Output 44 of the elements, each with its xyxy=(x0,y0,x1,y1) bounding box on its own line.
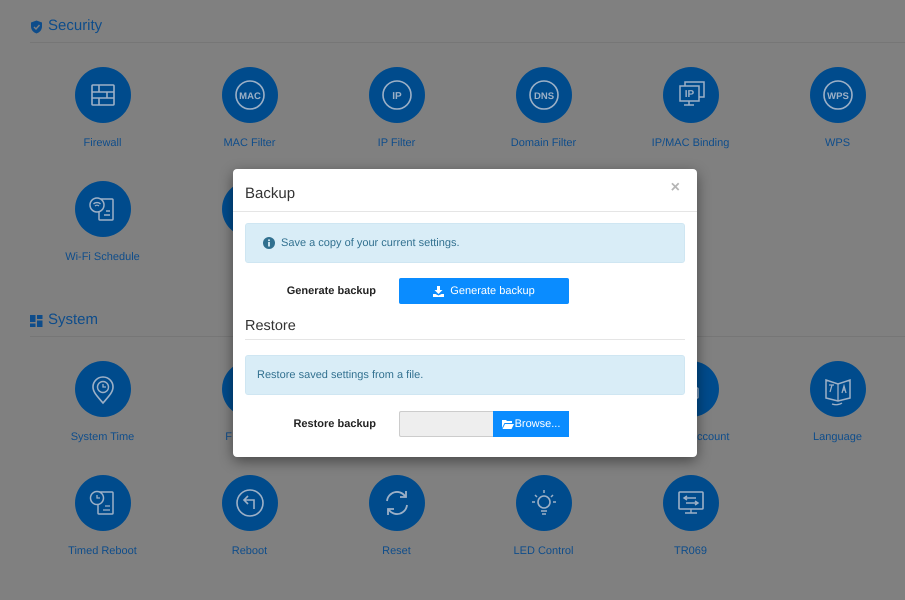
clock-document-icon xyxy=(74,475,130,531)
text-badge-icon: WPS xyxy=(810,67,866,123)
menu-tile[interactable]: Timed Reboot xyxy=(29,475,176,559)
menu-tile[interactable]: LED Control xyxy=(470,475,617,559)
light-bulb-icon xyxy=(516,475,572,531)
open-book-icon xyxy=(810,361,866,417)
info-icon xyxy=(263,237,275,249)
menu-tile[interactable]: IP IP Filter xyxy=(323,67,470,151)
brick-wall-icon xyxy=(74,67,130,123)
menu-tile[interactable]: Reboot xyxy=(176,475,323,559)
folder-icon xyxy=(502,418,514,429)
field-label: Restore backup xyxy=(292,416,376,432)
info-text: Save a copy of your current settings. xyxy=(281,236,460,251)
browse-button[interactable]: Browse... xyxy=(493,410,569,437)
field-label: Generate backup xyxy=(286,284,376,299)
menu-tile[interactable]: Language xyxy=(764,361,905,445)
section-title: System xyxy=(48,310,98,330)
info-alert: Restore saved settings from a file. xyxy=(245,354,685,395)
text-badge-icon: DNS xyxy=(516,67,572,123)
close-button[interactable]: × xyxy=(666,180,685,196)
refresh-icon xyxy=(368,475,424,531)
menu-tile[interactable]: Wi-Fi Schedule xyxy=(29,181,176,265)
menu-tile[interactable]: DNS Domain Filter xyxy=(470,67,617,151)
menu-tile[interactable]: Reset xyxy=(323,475,470,559)
grid-icon xyxy=(30,314,43,328)
download-icon xyxy=(433,286,444,296)
text-badge-icon: MAC xyxy=(222,67,278,123)
section-title: Security xyxy=(48,16,102,36)
menu-tile[interactable]: System Time xyxy=(29,361,176,445)
menu-tile[interactable]: Firewall xyxy=(29,67,176,151)
menu-tile[interactable]: IP IP/MAC Binding xyxy=(617,67,764,151)
modal-title: Backup xyxy=(245,184,296,204)
menu-tile[interactable]: MAC MAC Filter xyxy=(176,67,323,151)
menu-tile[interactable]: TR069 xyxy=(617,475,764,559)
file-input-field[interactable] xyxy=(399,410,493,437)
shield-icon xyxy=(30,20,43,34)
section-heading: Restore xyxy=(245,316,685,340)
clock-pin-icon xyxy=(74,361,130,417)
monitors-icon: IP xyxy=(662,67,718,123)
generate-backup-button[interactable]: Generate backup xyxy=(399,278,569,304)
monitor-arrows-icon xyxy=(662,475,718,531)
text-badge-icon: IP xyxy=(368,67,424,123)
wifi-document-icon xyxy=(74,181,130,237)
menu-tile[interactable]: WPS WPS xyxy=(764,67,905,151)
